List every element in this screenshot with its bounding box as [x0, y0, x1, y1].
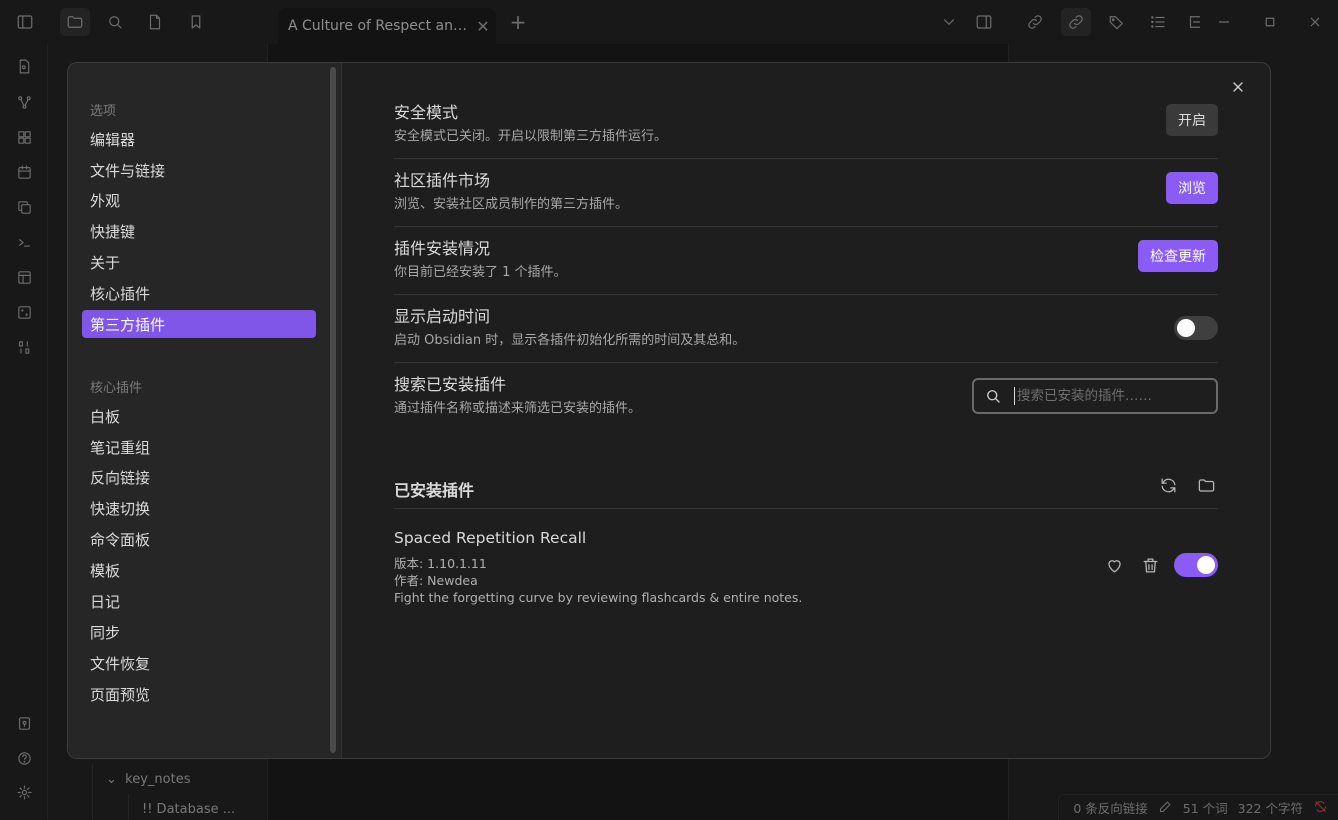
browse-plugins-button[interactable]: 浏览 [1166, 172, 1218, 204]
nav-item-command-palette[interactable]: 命令面板 [82, 525, 316, 553]
setting-name: 搜索已安装插件 [394, 375, 507, 394]
reload-icon[interactable] [1156, 473, 1180, 497]
setting-name: 显示启动时间 [394, 307, 491, 326]
setting-desc: 你目前已经安装了 1 个插件。 [394, 265, 567, 280]
settings-content: 安全模式 安全模式已关闭。开启以限制第三方插件运行。 开启 社区插件市场 浏览、… [394, 91, 1218, 605]
search-installed-input[interactable] [1014, 387, 1216, 405]
turn-on-safe-mode-button[interactable]: 开启 [1166, 104, 1218, 136]
search-icon [987, 390, 1000, 403]
plugin-description: Fight the forgetting curve by reviewing … [394, 590, 803, 605]
nav-item-about[interactable]: 关于 [82, 248, 316, 276]
nav-item-core-plugins[interactable]: 核心插件 [82, 279, 316, 307]
startup-time-toggle[interactable] [1174, 316, 1218, 340]
setting-install-status: 插件安装情况 你目前已经安装了 1 个插件。 检查更新 [394, 227, 1218, 295]
open-plugins-folder-icon[interactable] [1194, 473, 1218, 497]
setting-name: 插件安装情况 [394, 239, 491, 258]
setting-desc: 通过插件名称或描述来筛选已安装的插件。 [394, 401, 642, 416]
check-updates-button[interactable]: 检查更新 [1138, 240, 1218, 272]
nav-item-note-composer[interactable]: 笔记重组 [82, 433, 316, 461]
plugin-item: Spaced Repetition Recall 版本: 1.10.1.11 作… [394, 509, 1218, 605]
nav-item-community-plugins[interactable]: 第三方插件 [82, 310, 316, 338]
nav-item-backlinks[interactable]: 反向链接 [82, 463, 316, 491]
installed-plugins-title: 已安装插件 [394, 481, 475, 500]
toggle-knob [1197, 556, 1215, 574]
setting-name: 社区插件市场 [394, 171, 491, 190]
nav-item-editor[interactable]: 编辑器 [82, 125, 316, 153]
setting-desc: 启动 Obsidian 时，显示各插件初始化所需的时间及其总和。 [394, 333, 746, 348]
settings-modal: 选项 编辑器 文件与链接 外观 快捷键 关于 核心插件 第三方插件 核心插件 白… [67, 62, 1271, 759]
setting-search-installed: 搜索已安装插件 通过插件名称或描述来筛选已安装的插件。 [394, 363, 1218, 431]
nav-item-hotkeys[interactable]: 快捷键 [82, 217, 316, 245]
nav-item-files-links[interactable]: 文件与链接 [82, 156, 316, 184]
plugin-enable-toggle[interactable] [1174, 553, 1218, 577]
setting-name: 安全模式 [394, 103, 459, 122]
nav-item-templates[interactable]: 模板 [82, 556, 316, 584]
search-field[interactable] [972, 378, 1218, 414]
plugin-author: 作者: Newdea [394, 573, 478, 588]
heart-icon[interactable] [1102, 553, 1126, 577]
installed-plugins-header: 已安装插件 [394, 449, 1218, 509]
nav-item-sync[interactable]: 同步 [82, 618, 316, 646]
nav-item-file-recovery[interactable]: 文件恢复 [82, 649, 316, 677]
setting-safe-mode: 安全模式 安全模式已关闭。开启以限制第三方插件运行。 开启 [394, 91, 1218, 159]
trash-icon[interactable] [1138, 553, 1162, 577]
nav-item-page-preview[interactable]: 页面预览 [82, 680, 316, 708]
setting-startup-time: 显示启动时间 启动 Obsidian 时，显示各插件初始化所需的时间及其总和。 [394, 295, 1218, 363]
nav-item-appearance[interactable]: 外观 [82, 186, 316, 214]
plugin-name: Spaced Repetition Recall [394, 529, 587, 547]
setting-desc: 浏览、安装社区成员制作的第三方插件。 [394, 197, 629, 212]
plugin-version: 版本: 1.10.1.11 [394, 556, 487, 571]
nav-item-daily-notes[interactable]: 日记 [82, 587, 316, 615]
toggle-knob [1177, 319, 1195, 337]
nav-group-options: 选项 [90, 104, 117, 119]
settings-nav: 选项 编辑器 文件与链接 外观 快捷键 关于 核心插件 第三方插件 核心插件 白… [68, 63, 342, 758]
nav-group-core-plugins: 核心插件 [90, 381, 143, 396]
setting-community-market: 社区插件市场 浏览、安装社区成员制作的第三方插件。 浏览 [394, 159, 1218, 227]
setting-desc: 安全模式已关闭。开启以限制第三方插件运行。 [394, 129, 668, 144]
nav-scrollbar[interactable] [330, 67, 336, 753]
nav-item-canvas[interactable]: 白板 [82, 402, 316, 430]
close-icon[interactable] [1224, 73, 1252, 101]
nav-item-quick-switcher[interactable]: 快速切换 [82, 494, 316, 522]
